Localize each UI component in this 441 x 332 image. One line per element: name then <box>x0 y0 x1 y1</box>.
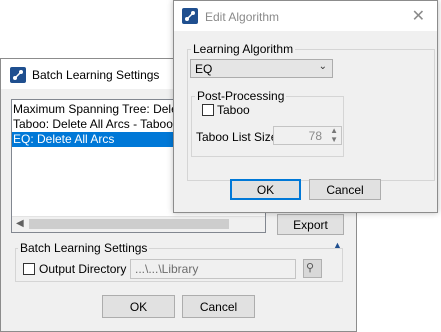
spinner-up-icon[interactable]: ▲ <box>330 126 338 135</box>
app-icon <box>10 67 26 83</box>
learning-algorithm-label: Learning Algorithm <box>191 42 296 56</box>
export-button[interactable]: Export <box>277 214 344 235</box>
output-directory-field[interactable]: ...\...\Library <box>130 259 296 279</box>
chevron-down-icon: ⌄ <box>318 61 327 72</box>
edit-ok-button[interactable]: OK <box>230 179 301 200</box>
taboo-list-size-label: Taboo List Size <box>196 130 278 144</box>
algorithm-select[interactable]: EQ ⌄ <box>190 59 333 78</box>
algorithm-select-value: EQ <box>195 62 213 76</box>
close-icon[interactable]: ✕ <box>412 6 425 26</box>
taboo-label: Taboo <box>217 103 250 117</box>
app-icon <box>182 8 198 24</box>
horizontal-scrollbar[interactable]: ◀ <box>12 216 265 232</box>
scroll-thumb[interactable] <box>29 219 229 229</box>
batch-window-title: Batch Learning Settings <box>32 68 160 82</box>
taboo-list-size-value: 78 <box>308 129 322 143</box>
batch-settings-group-label: Batch Learning Settings <box>18 241 150 255</box>
collapse-icon[interactable]: ▲ <box>333 240 342 250</box>
scroll-left-icon[interactable]: ◀ <box>16 218 24 229</box>
output-directory-label: Output Directory <box>39 262 127 276</box>
batch-ok-button[interactable]: OK <box>102 295 175 318</box>
output-directory-checkbox[interactable] <box>23 263 35 275</box>
taboo-list-size-spinner[interactable]: 78 ▲ ▼ <box>273 126 342 145</box>
batch-cancel-button[interactable]: Cancel <box>182 295 255 318</box>
search-icon: ⚲ <box>306 262 315 274</box>
edit-cancel-button[interactable]: Cancel <box>309 179 381 200</box>
browse-button[interactable]: ⚲ <box>303 259 322 278</box>
edit-titlebar[interactable]: Edit Algorithm ✕ <box>174 1 437 31</box>
post-processing-label: Post-Processing <box>195 89 287 103</box>
edit-algorithm-window: Edit Algorithm ✕ Learning Algorithm EQ ⌄… <box>173 0 438 213</box>
taboo-checkbox[interactable] <box>202 104 214 116</box>
edit-window-title: Edit Algorithm <box>205 10 280 24</box>
spinner-down-icon[interactable]: ▼ <box>330 135 338 144</box>
